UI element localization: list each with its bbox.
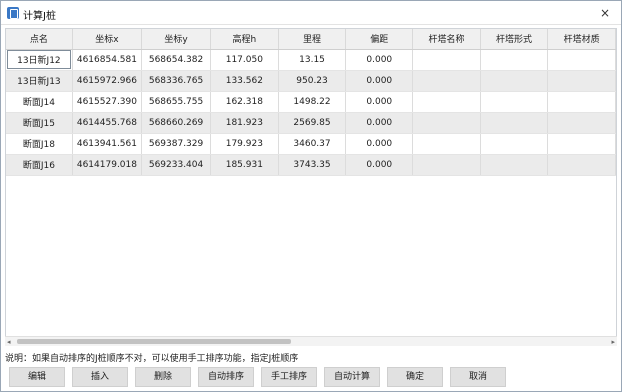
table-cell[interactable]: 13日新J12 [6,49,73,71]
table-cell[interactable]: 3460.37 [278,133,347,155]
table-cell[interactable]: 断面J15 [6,112,73,134]
table-cell[interactable]: 568655.755 [141,91,212,113]
table-cell[interactable]: 162.318 [210,91,279,113]
scrollbar-thumb[interactable] [17,339,291,344]
calc-j-pile-dialog: 计算J桩 × 点名 坐标x 坐标y 高程h 里程 偏距 杆塔名称 杆塔形式 杆塔… [0,0,622,392]
table-cell[interactable]: 13日新J13 [6,70,73,92]
column-header-coord-x[interactable]: 坐标x [72,29,143,50]
table-cell[interactable]: 4615972.966 [72,70,143,92]
table-cell[interactable] [547,154,616,176]
auto-sort-button[interactable]: 自动排序 [198,367,254,387]
insert-button[interactable]: 插入 [72,367,128,387]
table-cell[interactable]: 断面J18 [6,133,73,155]
instruction-note: 说明：如果自动排序的J桩顺序不对，可以使用手工排序功能，指定J桩顺序 [5,354,299,364]
table-cell[interactable] [412,133,481,155]
table-cell[interactable]: 2569.85 [278,112,347,134]
table-cell[interactable]: 0.000 [345,91,414,113]
table-cell[interactable] [547,112,616,134]
table-cell[interactable] [480,112,549,134]
table-cell[interactable]: 1498.22 [278,91,347,113]
table-row[interactable]: 断面J15 4614455.768 568660.269 181.923 256… [6,112,616,134]
table-cell[interactable]: 0.000 [345,49,414,71]
table-cell[interactable] [480,154,549,176]
table-row[interactable]: 断面J16 4614179.018 569233.404 185.931 374… [6,154,616,176]
table-cell[interactable] [412,91,481,113]
table-cell[interactable]: 568336.765 [141,70,212,92]
table-header-row: 点名 坐标x 坐标y 高程h 里程 偏距 杆塔名称 杆塔形式 杆塔材质 [6,29,616,50]
table-cell[interactable]: 181.923 [210,112,279,134]
table-cell[interactable] [480,49,549,71]
table-cell[interactable]: 断面J14 [6,91,73,113]
table-cell[interactable]: 3743.35 [278,154,347,176]
table-cell[interactable]: 4615527.390 [72,91,143,113]
table-cell[interactable]: 117.050 [210,49,279,71]
table-cell[interactable]: 0.000 [345,154,414,176]
ok-button[interactable]: 确定 [387,367,443,387]
pile-table: 点名 坐标x 坐标y 高程h 里程 偏距 杆塔名称 杆塔形式 杆塔材质 13日新… [5,28,617,346]
table-cell[interactable] [412,154,481,176]
table-cell[interactable] [412,112,481,134]
table-cell[interactable] [547,133,616,155]
table-cell[interactable]: 569233.404 [141,154,212,176]
scroll-left-arrow-icon[interactable]: ◂ [7,338,11,346]
column-header-coord-y[interactable]: 坐标y [141,29,212,50]
close-button[interactable]: × [597,5,613,21]
table-cell[interactable]: 950.23 [278,70,347,92]
scroll-right-arrow-icon[interactable]: ▸ [611,338,615,346]
column-header-offset[interactable]: 偏距 [345,29,414,50]
table-cell[interactable]: 4614455.768 [72,112,143,134]
table-cell[interactable] [480,133,549,155]
edit-button[interactable]: 编辑 [9,367,65,387]
table-row[interactable]: 13日新J13 4615972.966 568336.765 133.562 9… [6,70,616,92]
table-cell[interactable] [547,49,616,71]
column-header-point-name[interactable]: 点名 [6,29,73,50]
table-cell[interactable]: 568660.269 [141,112,212,134]
table-cell[interactable]: 4614179.018 [72,154,143,176]
table-cell[interactable]: 185.931 [210,154,279,176]
table-cell[interactable] [412,49,481,71]
table-cell[interactable]: 569387.329 [141,133,212,155]
table-cell[interactable]: 4616854.581 [72,49,143,71]
column-header-tower-material[interactable]: 杆塔材质 [547,29,616,50]
title-bar: 计算J桩 × [1,1,621,25]
column-header-tower-name[interactable]: 杆塔名称 [412,29,481,50]
table-cell[interactable] [412,70,481,92]
table-cell[interactable] [480,91,549,113]
table-cell[interactable]: 13.15 [278,49,347,71]
table-cell[interactable]: 0.000 [345,70,414,92]
table-cell[interactable]: 4613941.561 [72,133,143,155]
column-header-tower-type[interactable]: 杆塔形式 [480,29,549,50]
table-row[interactable]: 断面J18 4613941.561 569387.329 179.923 346… [6,133,616,155]
cancel-button[interactable]: 取消 [450,367,506,387]
horizontal-scrollbar[interactable]: ◂ ▸ [5,336,617,346]
table-cell[interactable] [547,70,616,92]
table-cell[interactable]: 179.923 [210,133,279,155]
table-cell[interactable]: 0.000 [345,112,414,134]
table-row[interactable]: 断面J14 4615527.390 568655.755 162.318 149… [6,91,616,113]
column-header-elevation[interactable]: 高程h [210,29,279,50]
table-cell[interactable]: 133.562 [210,70,279,92]
manual-sort-button[interactable]: 手工排序 [261,367,317,387]
window-title: 计算J桩 [23,11,56,22]
table-cell[interactable]: 0.000 [345,133,414,155]
table-cell[interactable]: 断面J16 [6,154,73,176]
table-cell[interactable] [547,91,616,113]
delete-button[interactable]: 删除 [135,367,191,387]
button-bar: 编辑 插入 删除 自动排序 手工排序 自动计算 确定 取消 [9,367,609,387]
table-cell[interactable]: 568654.382 [141,49,212,71]
auto-calc-button[interactable]: 自动计算 [324,367,380,387]
table-cell[interactable] [480,70,549,92]
table-row[interactable]: 13日新J12 4616854.581 568654.382 117.050 1… [6,49,616,71]
column-header-mileage[interactable]: 里程 [278,29,347,50]
app-icon [7,7,19,19]
